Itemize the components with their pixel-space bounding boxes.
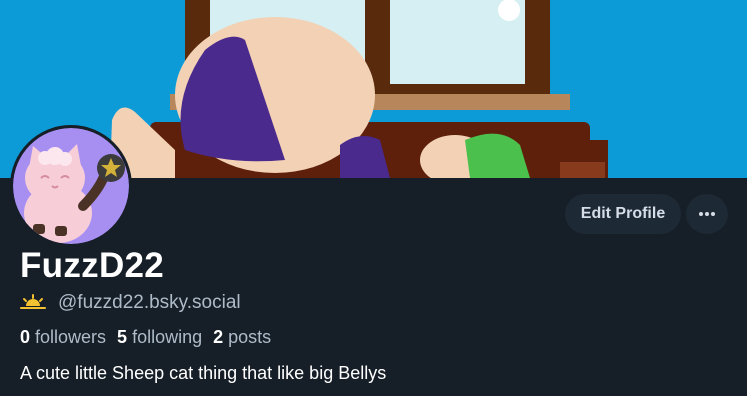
profile-stats: 0 followers 5 following 2 posts: [20, 325, 282, 349]
edit-profile-button[interactable]: Edit Profile: [565, 194, 681, 234]
sunrise-icon: [20, 294, 46, 309]
profile-handle[interactable]: @fuzzd22.bsky.social: [58, 292, 241, 314]
handle-row: @fuzzd22.bsky.social: [20, 291, 241, 315]
display-name: FuzzD22: [20, 246, 165, 285]
avatar-image: [13, 128, 129, 244]
profile-bio: A cute little Sheep cat thing that like …: [20, 363, 387, 383]
following-count: 5: [117, 326, 128, 347]
following-stat[interactable]: 5 following: [117, 327, 202, 348]
followers-label: followers: [35, 326, 107, 347]
more-options-button[interactable]: [686, 194, 728, 234]
posts-stat: 2 posts: [213, 327, 271, 348]
avatar[interactable]: [13, 128, 129, 244]
posts-count: 2: [213, 326, 224, 347]
following-label: following: [132, 326, 203, 347]
posts-label: posts: [228, 326, 272, 347]
followers-count: 0: [20, 326, 31, 347]
ellipsis-icon: [699, 212, 715, 216]
followers-stat[interactable]: 0 followers: [20, 327, 106, 348]
